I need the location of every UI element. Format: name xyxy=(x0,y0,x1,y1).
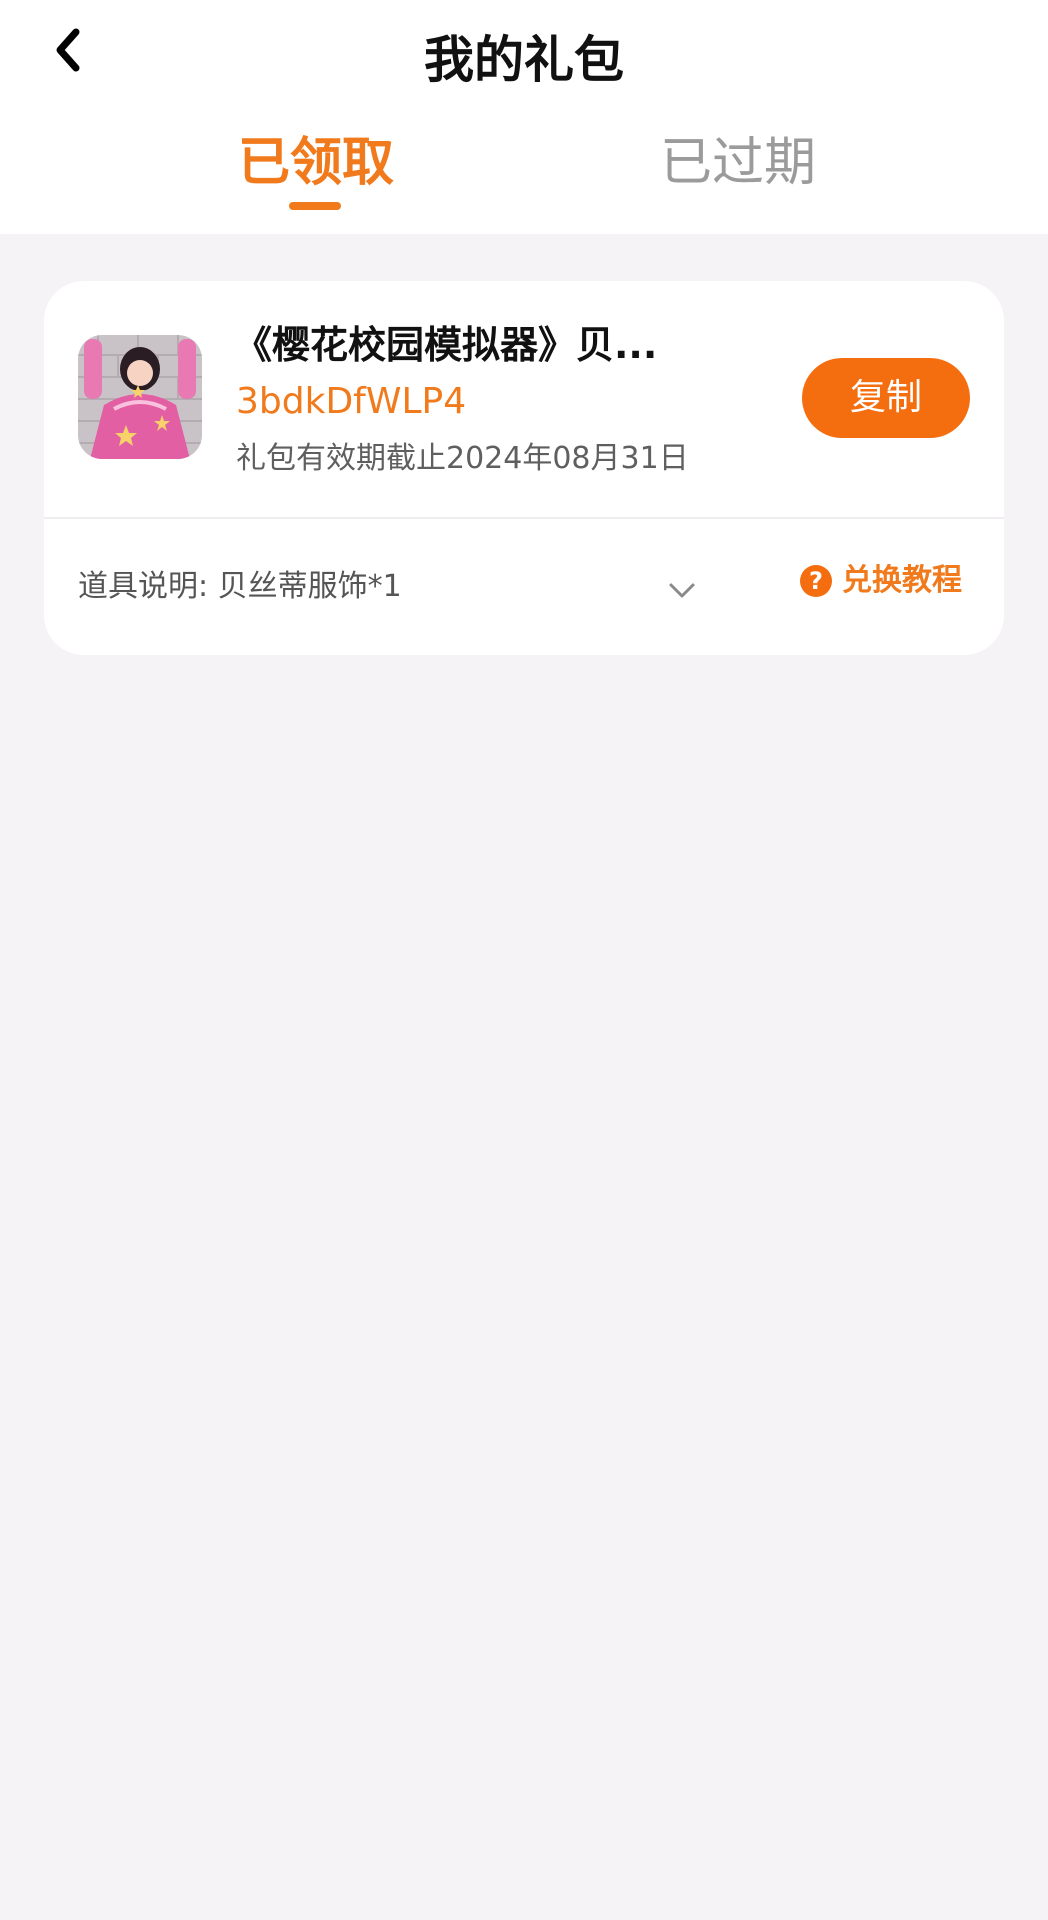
copy-button[interactable]: 复制 xyxy=(802,358,970,438)
gift-expiry: 礼包有效期截止2024年08月31日 xyxy=(236,441,689,476)
redeem-guide-label: 兑换教程 xyxy=(842,563,962,598)
gift-title: 《樱花校园模拟器》贝... xyxy=(234,323,658,367)
help-icon: ? xyxy=(800,565,832,597)
items-label: 道具说明: xyxy=(78,569,209,604)
items-description: 道具说明: 贝丝蒂服饰*1 xyxy=(78,565,402,609)
card-divider xyxy=(44,517,1004,519)
gift-code: 3bdkDfWLP4 xyxy=(236,381,467,422)
redeem-guide-link[interactable]: ? 兑换教程 xyxy=(800,559,962,603)
chevron-down-icon xyxy=(669,583,695,598)
game-avatar-icon xyxy=(78,335,202,459)
active-tab-indicator xyxy=(289,202,341,210)
top-bar: 我的礼包 已领取 已过期 xyxy=(0,0,1048,234)
items-value: 贝丝蒂服饰*1 xyxy=(217,569,402,604)
expand-button[interactable] xyxy=(660,569,704,613)
page-title: 我的礼包 xyxy=(424,31,624,89)
tab-expired[interactable]: 已过期 xyxy=(660,130,816,196)
tab-claimed[interactable]: 已领取 xyxy=(238,130,394,196)
gift-card: 《樱花校园模拟器》贝... 3bdkDfWLP4 礼包有效期截止2024年08月… xyxy=(44,281,1004,655)
